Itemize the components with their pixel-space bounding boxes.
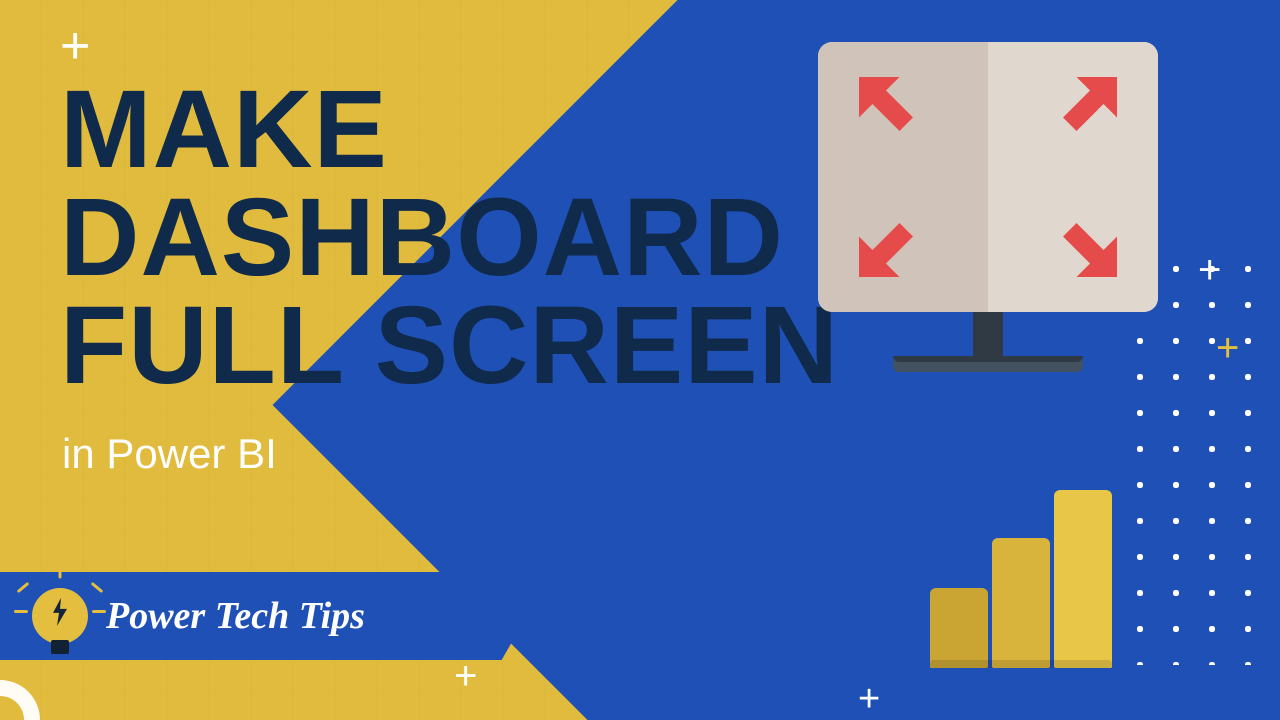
- monitor-icon: [818, 42, 1158, 372]
- pbi-bar-small: [930, 588, 988, 668]
- arrow-bottom-left-icon: [850, 196, 940, 286]
- headline-line-3: FULL SCREEN: [60, 292, 839, 400]
- lightbulb-icon: [32, 588, 88, 644]
- pbi-base-shadow: [930, 660, 1112, 668]
- brand-name: Power Tech Tips: [106, 594, 365, 638]
- plus-decoration-icon: +: [454, 656, 477, 696]
- power-bi-bars-icon: [930, 478, 1120, 668]
- monitor-stand-neck: [973, 312, 1003, 358]
- arrow-top-right-icon: [1036, 68, 1126, 158]
- thumbnail-stage: + + + + + MAKE DASHBOARD FULL SCREEN in …: [0, 0, 1280, 720]
- lightning-bolt-icon: [51, 598, 69, 631]
- headline-line-1: MAKE: [60, 76, 839, 184]
- subline: in Power BI: [62, 430, 277, 478]
- pbi-bar-medium: [992, 538, 1050, 668]
- monitor-screen: [818, 42, 1158, 312]
- arrow-top-left-icon: [850, 68, 940, 158]
- plus-decoration-icon: +: [60, 20, 88, 72]
- headline-line-2: DASHBOARD: [60, 184, 839, 292]
- brand-ribbon: Power Tech Tips: [0, 572, 552, 660]
- monitor-stand-base: [893, 356, 1083, 372]
- ring-decoration-icon: [0, 680, 40, 720]
- arrow-bottom-right-icon: [1036, 196, 1126, 286]
- pbi-bar-large: [1054, 490, 1112, 668]
- headline: MAKE DASHBOARD FULL SCREEN: [60, 76, 839, 399]
